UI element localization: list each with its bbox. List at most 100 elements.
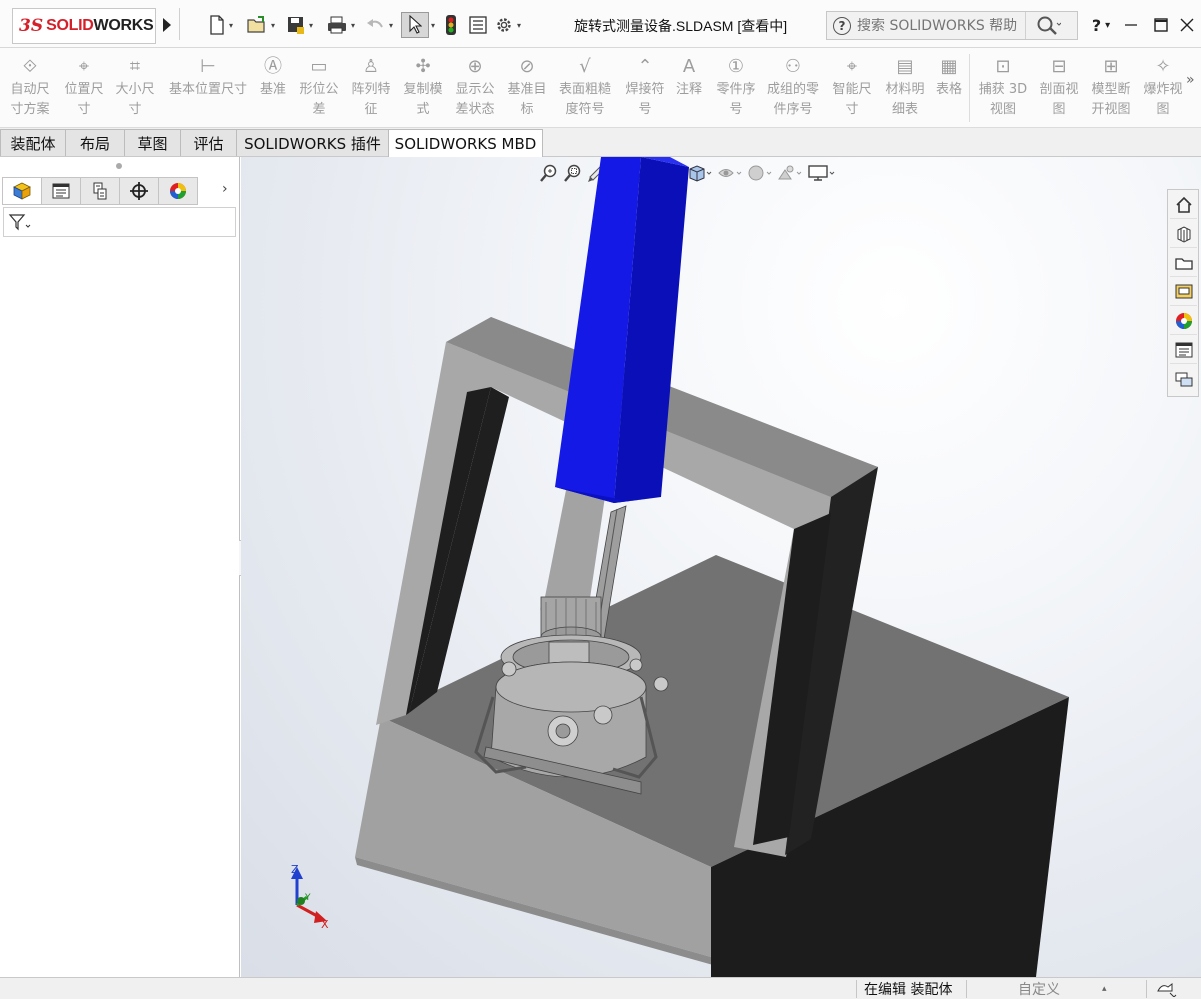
forum-icon [1175, 372, 1192, 386]
display-manager-tab[interactable] [158, 177, 198, 205]
ribbon-show-tolerance-status-button[interactable]: ⊕ 显示公 差状态 [452, 56, 498, 120]
units-status[interactable]: 自定义 ▴ [1018, 979, 1107, 999]
ribbon-geometric-tolerance-button[interactable]: ▭ 形位公 差 [296, 56, 342, 120]
ribbon-stacked-balloon-button[interactable]: ⚇ 成组的零 件序号 [764, 56, 822, 120]
select-button[interactable] [401, 12, 429, 38]
tab-evaluate[interactable]: 评估 [180, 129, 237, 156]
task-pane-resources[interactable] [1170, 221, 1197, 248]
units-label: 自定义 [1018, 982, 1060, 998]
base-block [355, 555, 1069, 977]
ribbon-balloon-button[interactable]: ① 零件序 号 [713, 56, 759, 120]
location-dimension-icon: ⌖ [78, 56, 90, 77]
ribbon-bom-button[interactable]: ▤ 材料明 细表 [882, 56, 928, 120]
task-pane-custom-properties[interactable] [1170, 337, 1197, 364]
manager-tabs-next[interactable]: › [222, 181, 228, 197]
ribbon-smart-dimension-button[interactable]: ⌖ 智能尺 寸 [829, 56, 875, 120]
expand-menu-icon[interactable] [160, 14, 174, 36]
pane-grip[interactable] [116, 163, 122, 169]
graphics-area[interactable]: Z Y X [241, 157, 1201, 977]
status-bar: 在编辑 装配体 自定义 ▴ [0, 977, 1201, 999]
configuration-manager-tab[interactable] [80, 177, 120, 205]
tab-assembly[interactable]: 装配体 [0, 129, 66, 156]
configuration-manager-icon [93, 182, 107, 200]
ribbon-table-button[interactable]: ▦ 表格 [934, 56, 964, 100]
ribbon-auto-dimension-scheme-button[interactable]: ⟐ 自动尺 寸方案 [6, 56, 54, 120]
assembly-model[interactable]: Z Y X [241, 157, 1201, 977]
dimxpert-manager-icon [130, 182, 148, 200]
task-pane-design-library[interactable] [1170, 250, 1197, 277]
ribbon-datum-target-button[interactable]: ⊘ 基准目 标 [504, 56, 550, 120]
divider [1146, 980, 1147, 998]
maximize-button[interactable] [1148, 12, 1174, 38]
close-button[interactable] [1174, 12, 1200, 38]
new-document-button[interactable]: ▾ [208, 12, 233, 38]
ribbon-basic-location-dimension-button[interactable]: ⊢ 基本位置尺寸 [163, 56, 253, 100]
solidworks-logo[interactable]: 3S SOLIDWORKS [12, 8, 156, 44]
ribbon-button-label: 表格 [935, 82, 962, 97]
ribbon-surface-finish-button[interactable]: √ 表面粗糙 度符号 [556, 56, 614, 120]
table-icon: ▦ [940, 56, 958, 77]
minimize-button[interactable] [1118, 12, 1144, 38]
rebuild-button[interactable] [444, 12, 458, 38]
task-pane-home[interactable] [1170, 192, 1197, 219]
ribbon-pattern-feature-button[interactable]: ♙ 阵列特 征 [348, 56, 394, 120]
basic-location-dimension-icon: ⊢ [200, 56, 216, 77]
feature-manager-icon [13, 182, 31, 200]
task-pane-file-explorer[interactable] [1170, 279, 1197, 306]
task-pane-forum[interactable] [1170, 366, 1197, 393]
help-search-box[interactable]: ? [826, 11, 1078, 40]
undo-icon [367, 19, 383, 28]
custom-properties-icon [1175, 342, 1192, 358]
coordinate-triad: Z Y X [291, 863, 329, 931]
gear-icon [497, 18, 511, 32]
undo-button[interactable]: ▾ [364, 12, 393, 38]
open-document-button[interactable]: ▾ [246, 12, 275, 38]
triad-y-label: Y [304, 893, 311, 903]
triad-x-label: X [321, 918, 329, 931]
ribbon-button-label: 基准目 标 [507, 82, 547, 117]
ribbon-button-label: 复制模 式 [403, 82, 443, 117]
ribbon-button-label: 捕获 3D 视图 [978, 82, 1028, 117]
ribbon-location-dimension-button[interactable]: ⌖ 位置尺 寸 [60, 56, 108, 120]
ribbon-weld-symbol-button[interactable]: ⌃ 焊接符 号 [622, 56, 668, 120]
help-label: ? [1091, 15, 1102, 35]
ribbon-button-label: 表面粗糙 度符号 [558, 82, 611, 117]
search-input[interactable] [857, 17, 1025, 34]
ribbon-capture-3d-view-button[interactable]: ⊡ 捕获 3D 视图 [975, 56, 1031, 120]
property-manager-icon [52, 183, 70, 199]
tab-solidworks-mbd[interactable]: SOLIDWORKS MBD [388, 129, 543, 158]
exploded-view-icon: ✧ [1155, 56, 1171, 77]
task-pane-appearances[interactable] [1170, 308, 1197, 335]
save-button[interactable]: ▾ [286, 12, 313, 38]
tab-solidworks-addins[interactable]: SOLIDWORKS 插件 [236, 129, 389, 156]
ribbon-size-dimension-button[interactable]: ⌗ 大小尺 寸 [112, 56, 158, 120]
dimxpert-manager-tab[interactable] [119, 177, 159, 205]
ribbon-more-button[interactable]: » [1186, 72, 1195, 88]
pattern-feature-icon: ♙ [362, 56, 380, 77]
triad-z-label: Z [291, 863, 299, 876]
print-button[interactable]: ▾ [326, 12, 355, 38]
ribbon-exploded-view-button[interactable]: ✧ 爆炸视 图 [1140, 56, 1186, 120]
property-manager-tab[interactable] [41, 177, 81, 205]
tab-sketch[interactable]: 草图 [124, 129, 181, 156]
file-properties-button[interactable] [468, 12, 488, 38]
ribbon-copy-scheme-button[interactable]: ✣ 复制模 式 [400, 56, 446, 120]
ribbon-button-label: 剖面视 图 [1039, 82, 1079, 117]
feature-manager-tab[interactable] [2, 177, 42, 205]
tab-layout[interactable]: 布局 [65, 129, 125, 156]
ribbon-note-button[interactable]: A 注释 [674, 56, 704, 100]
ribbon-button-label: 爆炸视 图 [1143, 82, 1183, 117]
ribbon-datum-button[interactable]: Ⓐ 基准 [258, 56, 288, 100]
rebuild-status[interactable] [1156, 979, 1178, 999]
search-button[interactable] [1025, 12, 1069, 39]
ribbon-section-view-button[interactable]: ⊟ 剖面视 图 [1036, 56, 1082, 120]
select-dropdown[interactable]: ▾ [428, 12, 435, 38]
ribbon-button-label: 形位公 差 [299, 82, 339, 117]
options-button[interactable]: ▾ [494, 12, 521, 38]
feature-filter[interactable] [3, 207, 236, 237]
ribbon-model-break-view-button[interactable]: ⊞ 模型断 开视图 [1088, 56, 1134, 120]
ribbon-button-label: 焊接符 号 [625, 82, 665, 117]
help-button[interactable]: ? ▾ [1086, 12, 1116, 38]
tab-label: SOLIDWORKS 插件 [244, 134, 381, 153]
traffic-light-icon [446, 15, 456, 35]
